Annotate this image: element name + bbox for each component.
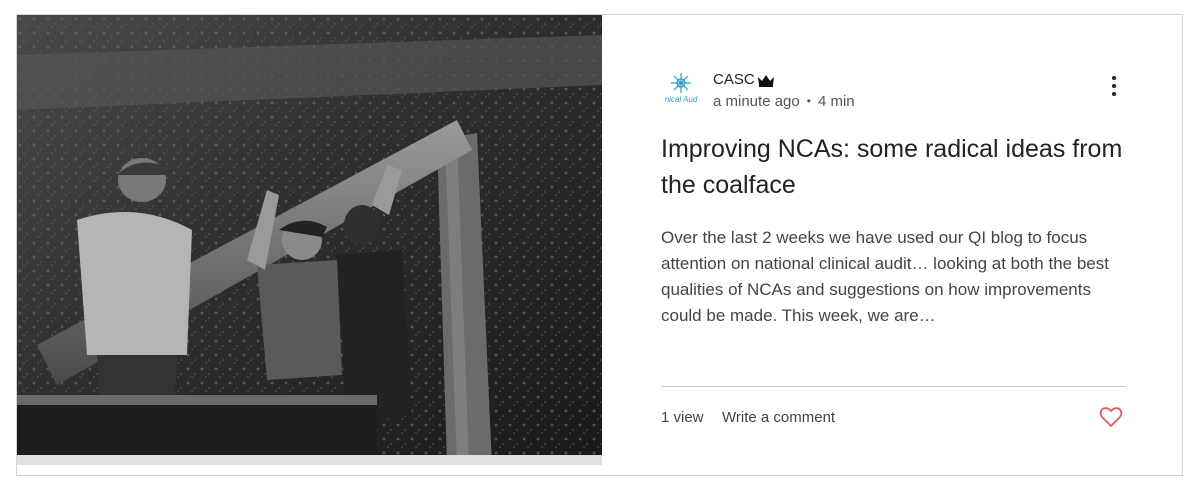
- view-count: 1 view: [661, 409, 704, 426]
- blog-post-card: nical Aud CASC a minute ago • 4 min Improv…: [16, 14, 1183, 476]
- post-time: a minute ago: [713, 93, 800, 110]
- write-comment-link[interactable]: Write a comment: [722, 409, 835, 426]
- author-row: nical Aud CASC a minute ago • 4 min: [661, 69, 1131, 113]
- avatar-text: nical Aud: [665, 95, 698, 104]
- author-name[interactable]: CASC: [713, 71, 755, 88]
- post-cover-image[interactable]: [17, 15, 602, 465]
- meta-separator: •: [806, 94, 811, 108]
- post-title[interactable]: Improving NCAs: some radical ideas from …: [661, 131, 1131, 203]
- read-time: 4 min: [817, 93, 855, 110]
- post-content: nical Aud CASC a minute ago • 4 min Improv…: [661, 15, 1182, 475]
- divider: [661, 386, 1126, 387]
- author-avatar[interactable]: nical Aud: [661, 69, 701, 109]
- more-vertical-icon[interactable]: [1109, 75, 1119, 97]
- post-meta: a minute ago • 4 min: [713, 93, 855, 110]
- heart-icon[interactable]: [1099, 406, 1123, 428]
- post-excerpt[interactable]: Over the last 2 weeks we have used our Q…: [661, 225, 1131, 329]
- crown-icon: [757, 74, 775, 87]
- post-footer: 1 view Write a comment: [661, 406, 1131, 433]
